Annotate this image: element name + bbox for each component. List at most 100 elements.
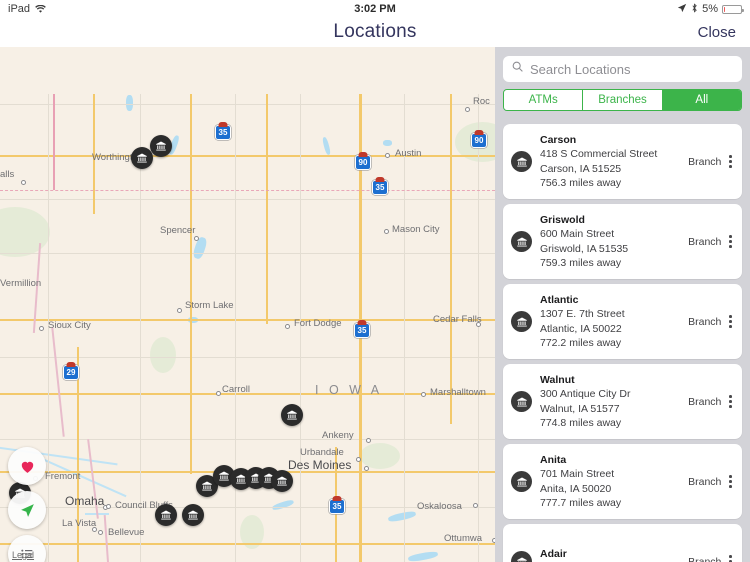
location-details: Walnut 300 Antique City Dr Walnut, IA 5157… (540, 373, 688, 430)
map-pin-bank-icon[interactable] (150, 135, 172, 157)
location-distance: 777.7 miles away (540, 496, 622, 509)
highway-shield-icon: 35 (215, 122, 231, 140)
location-name: Carson (540, 134, 577, 147)
location-city-state-zip: Walnut, IA 51577 (540, 402, 620, 415)
map-pin-bank-icon[interactable] (281, 404, 303, 426)
highway-shield-icon: 90 (355, 152, 371, 170)
city-label: Oskaloosa (417, 501, 462, 512)
location-name: Anita (540, 454, 567, 467)
location-card[interactable]: Griswold 600 Main Street Griswold, IA 5153… (503, 204, 742, 279)
search-icon (511, 60, 524, 78)
overflow-menu-icon[interactable] (727, 153, 734, 170)
city-label: Marshalltown (430, 387, 486, 398)
location-card[interactable]: Adair502 Broad StreetBranch (503, 524, 742, 562)
city-label: Bellevue (108, 527, 145, 538)
location-city-state-zip: Atlantic, IA 50022 (540, 322, 622, 335)
battery-percent-label: 5% (702, 3, 718, 15)
location-distance: 772.2 miles away (540, 336, 622, 349)
bank-icon (511, 151, 532, 172)
location-details: Griswold 600 Main Street Griswold, IA 5153… (540, 213, 688, 270)
location-type: Branch (688, 235, 722, 248)
search-input[interactable]: Search Locations (503, 56, 742, 82)
city-label: La Vista (62, 518, 97, 529)
bank-icon (511, 471, 532, 492)
city-label: Vermillion (0, 278, 42, 289)
close-button[interactable]: Close (698, 24, 736, 41)
map-view[interactable]: I O W A Worthington Spencer alls Austin … (0, 47, 495, 562)
city-label: Urbandale (300, 447, 344, 458)
map-pin-bank-icon[interactable] (271, 470, 293, 492)
city-label: Ankeny (322, 430, 354, 441)
city-label: Carroll (222, 384, 250, 395)
city-label: Omaha (65, 494, 105, 508)
location-type: Branch (688, 475, 722, 488)
locations-list[interactable]: Carson 418 S Commercial Street Carson, IA … (495, 119, 750, 562)
location-distance: 759.3 miles away (540, 256, 622, 269)
map-pin-bank-icon[interactable] (131, 147, 153, 169)
location-city-state-zip: Griswold, IA 51535 (540, 242, 629, 255)
bank-icon (511, 551, 532, 562)
location-address: 701 Main Street (540, 468, 615, 481)
legal-link[interactable]: Legal (12, 550, 34, 560)
locations-panel: Search Locations ATMs Branches All Carso… (495, 47, 750, 562)
location-details: Carson 418 S Commercial Street Carson, IA … (540, 133, 688, 190)
location-details: Adair502 Broad Street (540, 547, 688, 562)
location-address: 600 Main Street (540, 228, 615, 241)
location-details: Atlantic 1307 E. 7th Street Atlantic, IA 5… (540, 293, 688, 350)
location-city-state-zip: Anita, IA 50020 (540, 482, 612, 495)
battery-icon (722, 4, 744, 14)
location-card[interactable]: Anita 701 Main Street Anita, IA 50020 777.7… (503, 444, 742, 519)
highway-shield-icon: 35 (354, 320, 370, 338)
location-card[interactable]: Carson 418 S Commercial Street Carson, IA … (503, 124, 742, 199)
bank-icon (511, 391, 532, 412)
city-label: Spencer (160, 225, 196, 236)
location-name: Adair (540, 548, 567, 561)
tab-all[interactable]: All (662, 90, 741, 110)
location-name: Atlantic (540, 294, 579, 307)
location-name: Walnut (540, 374, 575, 387)
navigation-arrow-icon (20, 503, 34, 517)
city-label: Ottumwa (444, 533, 483, 544)
location-card[interactable]: Atlantic 1307 E. 7th Street Atlantic, IA 5… (503, 284, 742, 359)
overflow-menu-icon[interactable] (727, 313, 734, 330)
highway-shield-icon: 90 (471, 130, 487, 148)
search-bar[interactable]: Search Locations (503, 56, 742, 82)
status-bar-right: 5% (677, 2, 744, 16)
city-label: Mason City (392, 224, 440, 235)
filter-segmented-control[interactable]: ATMs Branches All (503, 89, 742, 111)
location-details: Anita 701 Main Street Anita, IA 50020 777.7… (540, 453, 688, 510)
city-label: Austin (395, 148, 422, 159)
overflow-menu-icon[interactable] (727, 393, 734, 410)
location-type: Branch (688, 315, 722, 328)
overflow-menu-icon[interactable] (727, 553, 734, 562)
state-label: I O W A (315, 383, 383, 397)
city-label: Fremont (45, 471, 81, 482)
search-placeholder: Search Locations (530, 61, 631, 77)
location-address: 1307 E. 7th Street (540, 308, 625, 321)
city-label: Fort Dodge (294, 318, 342, 329)
location-type: Branch (688, 555, 722, 562)
map-pin-bank-icon[interactable] (182, 504, 204, 526)
status-bar: iPad 3:02 PM 5% (0, 0, 750, 18)
map-pin-bank-icon[interactable] (155, 504, 177, 526)
city-label: alls (0, 169, 15, 180)
city-label: Cedar Falls (433, 314, 482, 325)
location-card[interactable]: Walnut 300 Antique City Dr Walnut, IA 5157… (503, 364, 742, 439)
location-distance: 756.3 miles away (540, 176, 622, 189)
city-label: Storm Lake (185, 300, 234, 311)
overflow-menu-icon[interactable] (727, 233, 734, 250)
status-bar-time: 3:02 PM (354, 3, 396, 15)
page-title: Locations (333, 21, 417, 42)
highway-shield-icon: 35 (329, 496, 345, 514)
city-label: Roc (473, 96, 490, 107)
highway-shield-icon: 29 (63, 362, 79, 380)
tab-branches[interactable]: Branches (583, 90, 663, 110)
tab-atms[interactable]: ATMs (504, 90, 584, 110)
overflow-menu-icon[interactable] (727, 473, 734, 490)
favorites-button[interactable] (8, 447, 46, 485)
location-city-state-zip: Carson, IA 51525 (540, 162, 622, 175)
locate-button[interactable] (8, 491, 46, 529)
location-distance: 774.8 miles away (540, 416, 622, 429)
highway-shield-icon: 35 (372, 177, 388, 195)
city-label: Sioux City (48, 320, 91, 331)
